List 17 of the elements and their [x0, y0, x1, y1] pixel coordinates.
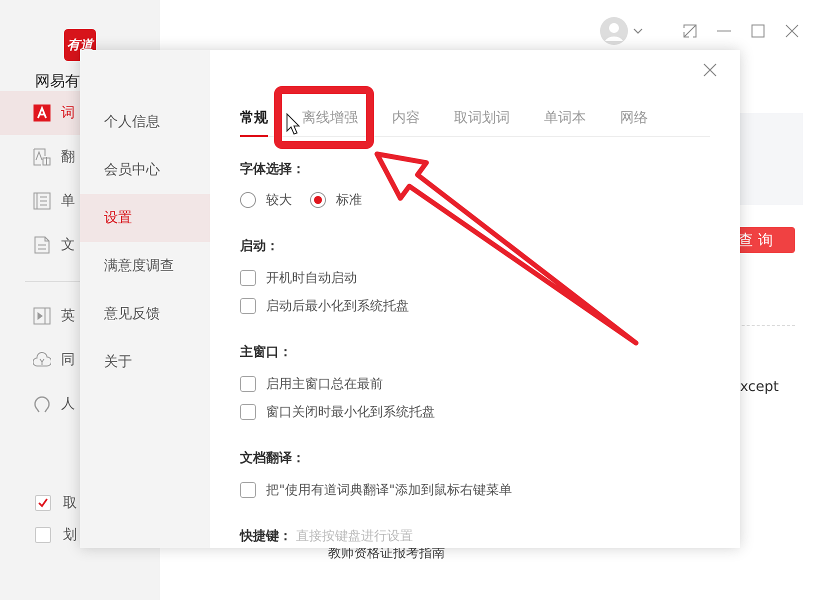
checkbox-label: 启动后最小化到系统托盘	[266, 298, 409, 315]
hint-text: 直接按键盘进行设置	[296, 528, 413, 545]
checkbox-label: 把"使用有道词典翻译"添加到鼠标右键菜单	[266, 482, 512, 499]
section-title: 快捷键：	[240, 528, 292, 545]
section-title: 主窗口：	[240, 344, 292, 361]
section-title: 字体选择：	[240, 160, 305, 178]
app-name: 网易有	[35, 71, 81, 91]
section-title: 文档翻译：	[240, 450, 305, 467]
checkbox-label: 启用主窗口总在最前	[266, 376, 383, 393]
radio-label: 较大	[266, 192, 292, 209]
checkbox-label: 取	[63, 494, 77, 512]
checkbox-label: 开机时自动启动	[266, 270, 357, 287]
section-title: 启动：	[240, 238, 279, 255]
checkbox-label: 划	[63, 526, 77, 544]
result-text: xcept	[740, 378, 780, 396]
checkbox-label: 窗口关闭时最小化到系统托盘	[266, 404, 435, 421]
radio-label: 标准	[336, 192, 362, 209]
